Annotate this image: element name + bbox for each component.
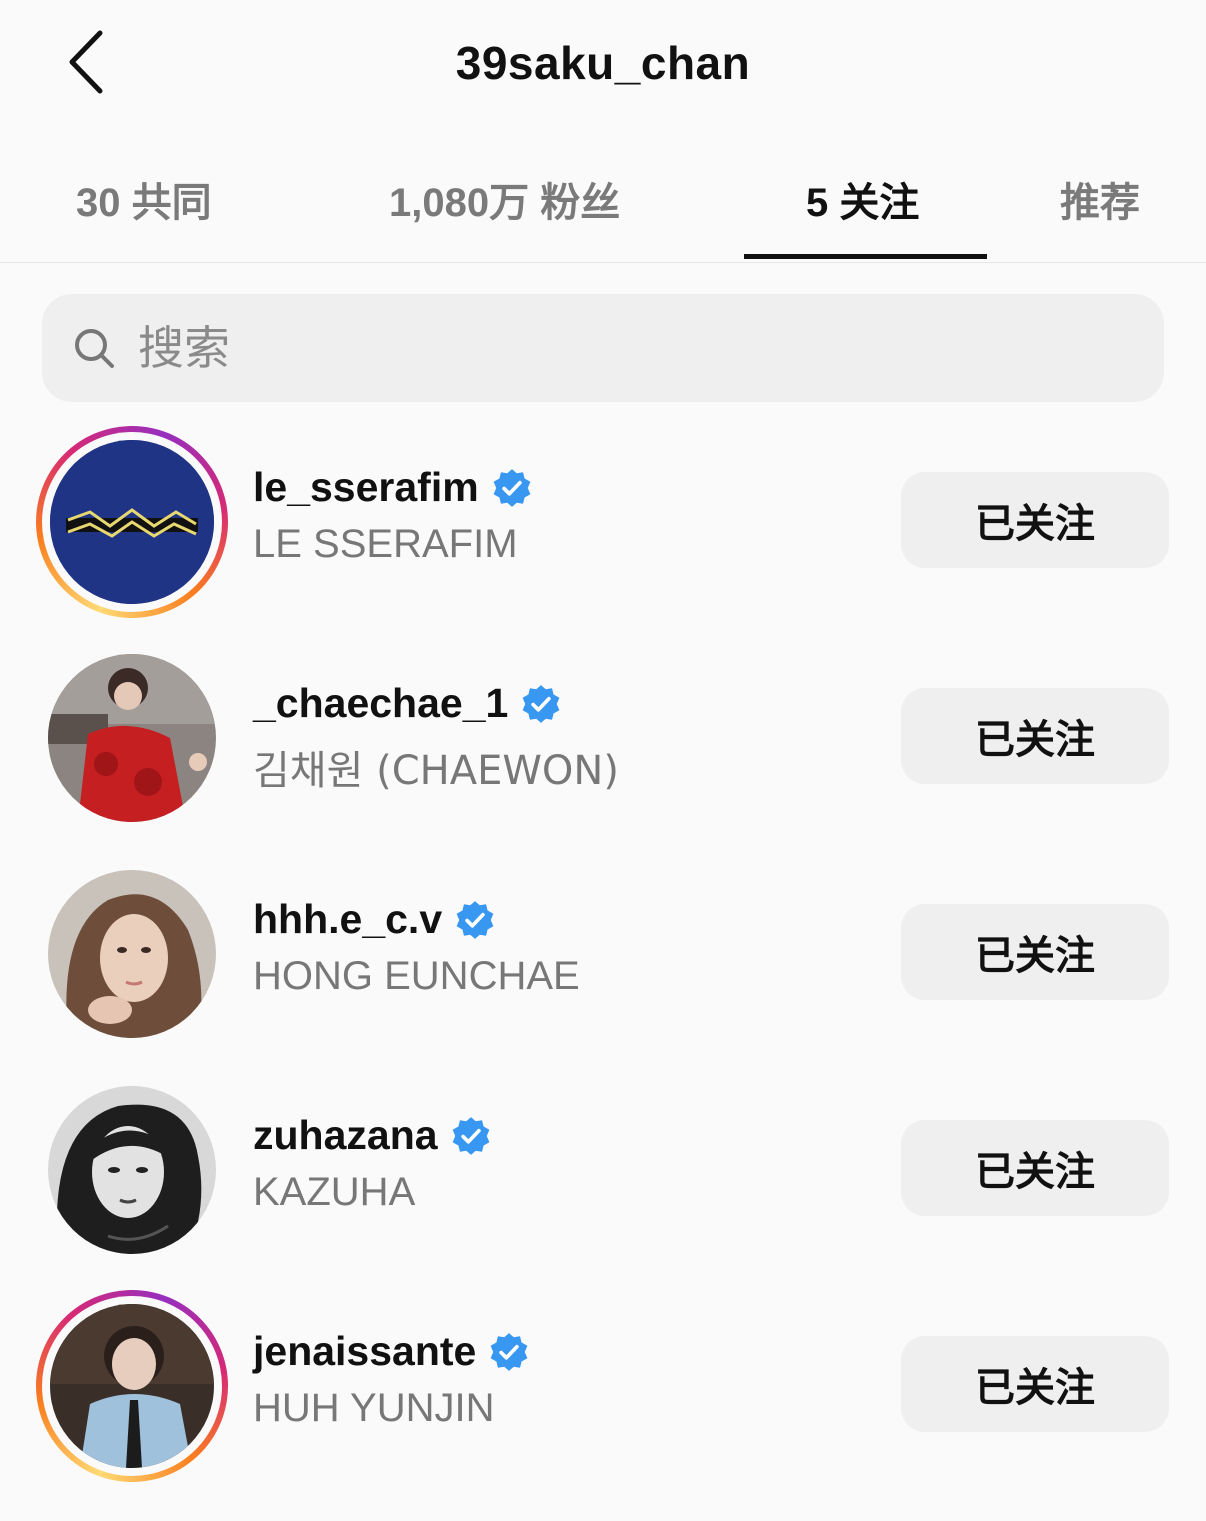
username[interactable]: _chaechae_1 [253,680,562,727]
top-bar: 39saku_chan [0,0,1206,130]
list-item[interactable]: jenaissante HUH YUNJIN 已关注 [0,1286,1206,1486]
search-input[interactable] [138,321,1038,375]
verified-badge-icon [456,900,494,939]
username-text: zuhazana [253,1112,438,1158]
full-name: KAZUHA [253,1170,416,1214]
avatar [48,1086,216,1254]
username-text: hhh.e_c.v [253,896,443,942]
avatar [48,654,216,822]
tab-bar: 30 共同 1,080万 粉丝 5 关注 推荐 [0,140,1206,263]
search-bar[interactable] [42,294,1164,402]
following-button[interactable]: 已关注 [901,1336,1169,1432]
page-title: 39saku_chan [455,37,751,89]
username-text: le_sserafim [253,464,479,510]
avatar-story-ring[interactable] [36,426,228,618]
verified-badge-icon [493,468,531,507]
avatar-wrapper[interactable] [36,858,228,1050]
active-tab-indicator [744,254,987,259]
list-item[interactable]: _chaechae_1 김채원 (CHAEWON) 已关注 [0,638,1206,838]
full-name: HONG EUNCHAE [253,954,580,998]
avatar [48,870,216,1038]
list-item[interactable]: zuhazana KAZUHA 已关注 [0,1070,1206,1270]
following-button[interactable]: 已关注 [901,1120,1169,1216]
username[interactable]: le_sserafim [253,464,533,511]
following-button[interactable]: 已关注 [901,688,1169,784]
avatar [50,1304,214,1468]
following-button[interactable]: 已关注 [901,472,1169,568]
username-text: jenaissante [253,1328,477,1374]
tab-followers[interactable]: 1,080万 粉丝 [389,170,620,228]
avatar-story-ring[interactable] [36,1290,228,1482]
username[interactable]: hhh.e_c.v [253,896,496,943]
avatar-wrapper[interactable] [36,642,228,834]
avatar-wrapper[interactable] [36,1074,228,1266]
username[interactable]: jenaissante [253,1328,530,1375]
full-name: 김채원 (CHAEWON) [253,748,619,794]
full-name: HUH YUNJIN [253,1386,495,1430]
full-name: LE SSERAFIM [253,522,518,566]
list-item[interactable]: hhh.e_c.v HONG EUNCHAE 已关注 [0,854,1206,1054]
tab-mutual[interactable]: 30 共同 [76,170,212,228]
verified-badge-icon [452,1116,489,1155]
avatar [50,440,214,604]
verified-badge-icon [522,684,560,723]
following-button[interactable]: 已关注 [901,904,1169,1000]
verified-badge-icon [490,1332,528,1371]
username-text: _chaechae_1 [253,680,509,726]
tab-following[interactable]: 5 关注 [806,170,919,228]
search-icon [72,326,116,370]
tab-suggested[interactable]: 推荐 [1060,170,1140,228]
list-item[interactable]: le_sserafim LE SSERAFIM 已关注 [0,422,1206,622]
username[interactable]: zuhazana [253,1112,492,1159]
